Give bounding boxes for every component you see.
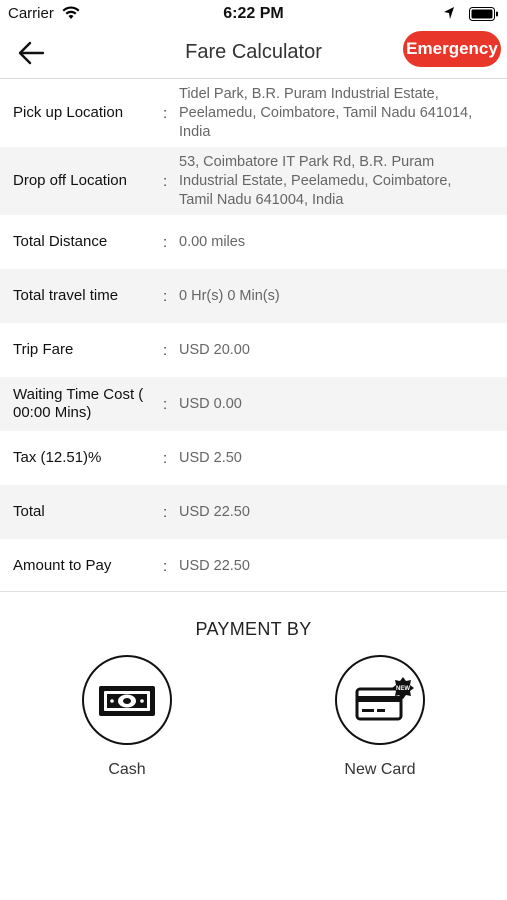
row-trip-fare: Trip Fare : USD 20.00 bbox=[0, 323, 507, 377]
row-pickup-location: Pick up Location : Tidel Park, B.R. Pura… bbox=[0, 79, 507, 147]
payment-option-label: Cash bbox=[108, 761, 146, 778]
clock: 6:22 PM bbox=[223, 5, 284, 22]
row-separator: : bbox=[163, 395, 168, 413]
nav-bar: Fare Calculator Emergency bbox=[0, 28, 507, 79]
payment-title: PAYMENT BY bbox=[195, 619, 312, 639]
battery-icon bbox=[469, 7, 499, 25]
row-value: Tidel Park, B.R. Puram Industrial Estate… bbox=[179, 85, 473, 140]
row-value: 0.00 miles bbox=[179, 233, 246, 250]
row-value: USD 2.50 bbox=[179, 449, 242, 466]
row-total-travel-time: Total travel time : 0 Hr(s) 0 Min(s) bbox=[0, 269, 507, 323]
row-separator: : bbox=[163, 104, 168, 122]
row-label: Drop off Location bbox=[13, 172, 127, 189]
row-label: Total bbox=[13, 503, 45, 520]
cash-icon[interactable] bbox=[82, 655, 172, 745]
row-label: Total travel time bbox=[13, 287, 119, 304]
status-bar: Carrier 6:22 PM bbox=[0, 0, 507, 28]
row-label: Trip Fare bbox=[13, 341, 74, 358]
row-value: USD 22.50 bbox=[179, 557, 250, 574]
row-value: 0 Hr(s) 0 Min(s) bbox=[179, 287, 280, 304]
row-separator: : bbox=[163, 341, 168, 359]
row-amount-to-pay: Amount to Pay : USD 22.50 bbox=[0, 539, 507, 593]
row-label: Waiting Time Cost ( 00:00 Mins) bbox=[13, 386, 144, 421]
row-value: USD 22.50 bbox=[179, 503, 250, 520]
row-value: 53, Coimbatore IT Park Rd, B.R. Puram In… bbox=[179, 153, 452, 208]
row-separator: : bbox=[163, 557, 168, 575]
row-label: Total Distance bbox=[13, 233, 108, 250]
new-card-icon[interactable]: NEW bbox=[335, 655, 425, 745]
row-label: Tax (12.51)% bbox=[13, 449, 102, 466]
new-badge: NEW bbox=[396, 686, 410, 692]
payment-option-cash[interactable]: Cash bbox=[72, 655, 182, 779]
row-label: Amount to Pay bbox=[13, 557, 112, 574]
divider bbox=[0, 591, 507, 592]
row-total-distance: Total Distance : 0.00 miles bbox=[0, 215, 507, 269]
emergency-button[interactable]: Emergency bbox=[403, 31, 501, 67]
payment-option-label: New Card bbox=[344, 761, 416, 778]
row-separator: : bbox=[163, 233, 168, 251]
row-dropoff-location: Drop off Location : 53, Coimbatore IT Pa… bbox=[0, 147, 507, 215]
row-separator: : bbox=[163, 287, 168, 305]
location-arrow-icon bbox=[443, 6, 455, 24]
row-tax: Tax (12.51)% : USD 2.50 bbox=[0, 431, 507, 485]
row-waiting-time-cost: Waiting Time Cost ( 00:00 Mins) : USD 0.… bbox=[0, 377, 507, 431]
fare-details: Pick up Location : Tidel Park, B.R. Pura… bbox=[0, 79, 507, 593]
payment-option-new-card[interactable]: NEW New Card bbox=[325, 655, 435, 779]
row-separator: : bbox=[163, 449, 168, 467]
row-value: USD 20.00 bbox=[179, 341, 250, 358]
row-value: USD 0.00 bbox=[179, 395, 242, 412]
row-separator: : bbox=[163, 503, 168, 521]
row-total: Total : USD 22.50 bbox=[0, 485, 507, 539]
row-separator: : bbox=[163, 172, 168, 190]
row-label: Pick up Location bbox=[13, 104, 124, 121]
